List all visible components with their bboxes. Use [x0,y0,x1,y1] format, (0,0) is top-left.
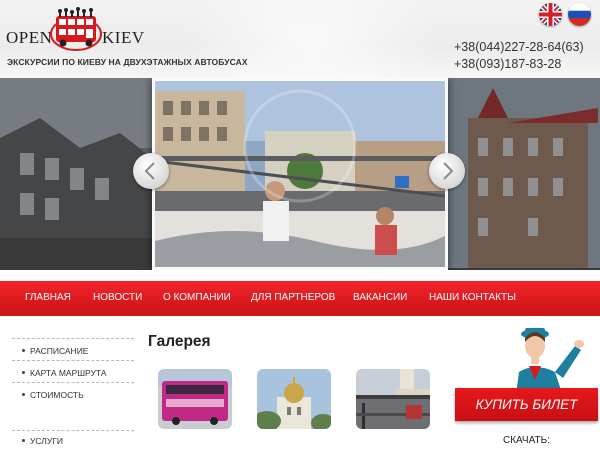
sidebar-divider [12,382,134,383]
open-kiev-logo[interactable]: OPEN KIEV [6,6,146,54]
sidebar-item-price[interactable]: СТОИМОСТЬ [22,390,84,400]
sidebar-item-label: КАРТА МАРШРУТА [30,368,107,378]
pink-bus-photo [158,369,232,429]
logo-word-kiev: KIEV [102,28,145,47]
slider-next-button[interactable] [429,153,465,189]
site-header: OPEN KIEV ЭКСКУРСИИ ПО КИЕВУ НА ДВУХЭТАЖ… [0,0,600,78]
slide-shade-previous [0,78,152,268]
slide-image-current[interactable] [152,78,448,270]
bullet-icon [22,371,25,375]
download-label: СКАЧАТЬ: [503,435,550,446]
phone-number-secondary: +38(093)187-83-28 [454,57,562,71]
nav-link-about[interactable]: О КОМПАНИИ [163,292,231,303]
chevron-left-icon [144,162,155,180]
sidebar-item-label: РАСПИСАНИЕ [30,346,89,356]
nav-link-home[interactable]: ГЛАВНАЯ [25,292,71,303]
logo-word-open: OPEN [6,28,53,47]
nav-link-partners[interactable]: ДЛЯ ПАРТНЕРОВ [251,292,335,303]
gallery-heading: Галерея [148,333,211,350]
sidebar-item-label: СТОИМОСТЬ [30,390,84,400]
sidebar-item-schedule[interactable]: РАСПИСАНИЕ [22,346,88,356]
main-navigation: ГЛАВНАЯ НОВОСТИ О КОМПАНИИ ДЛЯ ПАРТНЕРОВ… [0,281,600,316]
sidebar-menu: РАСПИСАНИЕ КАРТА МАРШРУТА СТОИМОСТЬ УСЛУ… [12,338,134,455]
cathedral-photo [257,369,331,429]
sidebar-divider [12,338,134,339]
sidebar-item-label: УСЛУГИ [30,436,63,446]
gallery-thumbnail-cathedral[interactable] [257,369,331,429]
phone-number-primary: +38(044)227-28-64(63) [454,40,584,54]
nav-link-news[interactable]: НОВОСТИ [93,292,142,303]
sidebar-divider [12,430,134,431]
site-tagline: ЭКСКУРСИИ ПО КИЕВУ НА ДВУХЭТАЖНЫХ АВТОБУ… [7,57,248,67]
nav-link-contacts[interactable]: НАШИ КОНТАКТЫ [429,292,516,303]
bullet-icon [22,439,25,443]
buy-ticket-button[interactable]: КУПИТЬ БИЛЕТ [455,388,598,421]
tour-bus-street-photo [155,81,445,267]
chevron-right-icon [443,162,454,180]
bullet-icon [22,349,25,353]
slider-prev-button[interactable] [133,153,169,189]
sidebar-item-route-map[interactable]: КАРТА МАРШРУТА [22,368,107,378]
sidebar-divider [12,360,134,361]
slide-shade-next [448,78,600,268]
ru-flag-icon[interactable] [568,3,591,26]
bullet-icon [22,393,25,397]
nav-link-jobs[interactable]: ВАКАНСИИ [353,292,407,303]
uk-flag-icon[interactable] [539,3,562,26]
image-slider [0,78,600,270]
sidebar-item-services[interactable]: УСЛУГИ [22,436,63,446]
gallery-thumbnail-bus[interactable] [158,369,232,429]
street-view-photo [356,369,430,429]
double-decker-bus-logo-icon [50,7,102,51]
gallery-thumbnail-street[interactable] [356,369,430,429]
